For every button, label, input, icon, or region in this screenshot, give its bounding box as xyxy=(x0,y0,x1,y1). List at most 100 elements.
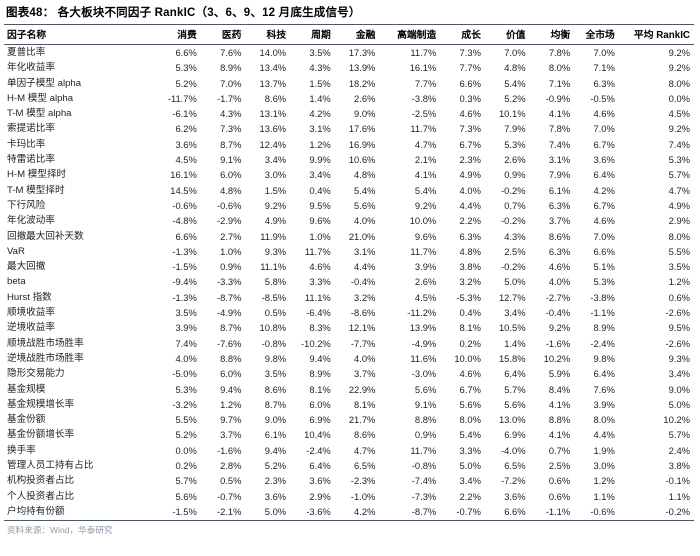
value-cell-tech: 3.4% xyxy=(264,154,287,166)
value-cell-finance: 8.6% xyxy=(354,429,376,441)
value-cell-finance: 10.6% xyxy=(348,154,376,166)
factor-name-cell: 隐形交易能力 xyxy=(7,368,65,380)
value-cell-balanced: 7.8% xyxy=(548,47,571,58)
value-cell-finance: 8.1% xyxy=(354,398,376,410)
value-cell-pharma: 6.0% xyxy=(220,169,242,181)
value-cell-pharma: 7.3% xyxy=(220,123,242,135)
value-cell-pharma: 9.1% xyxy=(220,154,242,166)
value-cell-value: -0.2% xyxy=(501,261,526,273)
table-row: VaR -1.3% 1.0% 9.3% 11.7% 3.1% 11.7% 4.8% 2.5% 6.… xyxy=(4,244,694,259)
value-cell-finance: 13.9% xyxy=(348,62,376,74)
column-header-whole_market: 全市场 xyxy=(574,24,619,45)
value-cell-whole_market: 6.7% xyxy=(593,138,615,150)
value-cell-pharma: 8.9% xyxy=(220,62,242,74)
value-cell-consumer: -5.0% xyxy=(172,368,197,380)
factor-name-cell: VaR xyxy=(7,245,25,257)
value-cell-balanced: -1.1% xyxy=(529,503,575,522)
factor-name-cell: T-M 模型择时 xyxy=(7,184,65,196)
value-cell-whole_market: 7.0% xyxy=(593,230,615,242)
value-cell-avg_rankic: -0.1% xyxy=(665,475,691,487)
value-cell-advanced_manufacturing: 9.2% xyxy=(414,199,437,211)
value-cell-avg_rankic: 8.0% xyxy=(668,77,690,89)
value-cell-advanced_manufacturing: 4.5% xyxy=(414,291,437,303)
value-cell-consumer: 4.5% xyxy=(175,154,197,166)
value-cell-pharma: 0.5% xyxy=(220,475,242,487)
value-cell-balanced: 8.0% xyxy=(548,62,571,74)
value-cell-consumer: 5.3% xyxy=(175,62,197,74)
value-cell-cyclical: 1.5% xyxy=(309,77,331,89)
value-cell-consumer: 5.2% xyxy=(175,429,197,441)
value-cell-finance: 4.0% xyxy=(354,215,376,227)
value-cell-avg_rankic: 4.7% xyxy=(668,184,690,196)
table-row: H-M 模型择时 16.1% 6.0% 3.0% 3.4% 4.8% 4.1% 4.9% 0.9… xyxy=(4,167,694,182)
value-cell-advanced_manufacturing: 2.1% xyxy=(414,154,437,166)
factor-name-cell: 顺境收益率 xyxy=(7,307,55,319)
value-cell-value: 6.4% xyxy=(504,368,526,380)
value-cell-avg_rankic: 9.2% xyxy=(668,123,690,135)
table-row: Hurst 指数 -1.3% -8.7% -8.5% 11.1% 3.2% 4.5% -5.3… xyxy=(4,290,694,305)
header-row: 因子名称 消费 医药 科技 周期 金融 高端制造 成长 价值 均衡 全市场 平均 RankIC xyxy=(4,24,694,45)
value-cell-tech: 11.9% xyxy=(260,230,287,242)
value-cell-whole_market: 1.9% xyxy=(593,444,615,456)
value-cell-value: 13.0% xyxy=(498,414,526,426)
value-cell-avg_rankic: 5.3% xyxy=(668,154,690,166)
value-cell-value: 5.4% xyxy=(504,77,526,89)
figure-title: 图表48： 各大板块不同因子 RankIC（3、6、9、12 月底生成信号） xyxy=(6,7,361,19)
value-cell-finance: -0.4% xyxy=(350,276,376,288)
value-cell-value: 0.7% xyxy=(504,199,526,211)
value-cell-whole_market: 6.4% xyxy=(593,368,615,380)
table-row: 单因子模型 alpha 5.2% 7.0% 13.7% 1.5% 18.2% 7.7% 6.6… xyxy=(4,76,694,91)
value-cell-growth: 6.7% xyxy=(459,383,481,395)
factor-name-cell: Hurst 指数 xyxy=(7,291,52,303)
factor-name-cell: 最大回撤 xyxy=(7,261,46,273)
value-cell-advanced_manufacturing: -7.4% xyxy=(411,475,437,487)
value-cell-growth: 10.0% xyxy=(454,352,481,364)
value-cell-cyclical: 6.0% xyxy=(309,398,331,410)
value-cell-tech: 12.4% xyxy=(259,138,287,150)
value-cell-finance: 21.7% xyxy=(348,414,376,426)
value-cell-whole_market: 6.4% xyxy=(593,169,615,181)
value-cell-tech: 11.1% xyxy=(260,261,287,273)
value-cell-consumer: -1.3% xyxy=(172,245,197,257)
value-cell-advanced_manufacturing: 16.1% xyxy=(409,62,437,74)
value-cell-value: 3.4% xyxy=(504,307,526,319)
value-cell-whole_market: 4.4% xyxy=(593,429,615,441)
table-row: 换手率 0.0% -1.6% 9.4% -2.4% 4.7% 11.7% 3.3% -4.0% 0… xyxy=(4,443,694,458)
value-cell-avg_rankic: 4.5% xyxy=(668,108,690,120)
value-cell-balanced: -0.4% xyxy=(545,307,571,319)
value-cell-avg_rankic: 5.5% xyxy=(668,245,690,257)
value-cell-avg_rankic: 3.4% xyxy=(668,368,690,380)
value-cell-whole_market: 4.6% xyxy=(593,215,615,227)
value-cell-avg_rankic: 7.4% xyxy=(668,138,690,150)
value-cell-consumer: 5.6% xyxy=(175,490,197,502)
value-cell-finance: -8.6% xyxy=(350,307,376,319)
value-cell-finance: 5.4% xyxy=(354,184,376,196)
table-row: T-M 模型 alpha -6.1% 4.3% 13.1% 4.2% 9.0% -2.5% 4… xyxy=(4,106,694,121)
value-cell-cyclical: 1.0% xyxy=(309,230,331,242)
value-cell-growth: 5.6% xyxy=(459,398,481,410)
value-cell-pharma: -4.9% xyxy=(216,307,242,319)
value-cell-finance: 3.1% xyxy=(354,245,376,257)
value-cell-pharma: 4.3% xyxy=(220,108,242,120)
value-cell-growth: 4.6% xyxy=(459,108,481,120)
value-cell-whole_market: 3.0% xyxy=(593,460,615,472)
value-cell-tech: 13.6% xyxy=(259,123,287,135)
value-cell-finance: 21.0% xyxy=(348,230,376,242)
table-row: 顺境战胜市场胜率 7.4% -7.6% -0.8% -10.2% -7.7% -4.9% 0.… xyxy=(4,336,694,351)
value-cell-balanced: 4.1% xyxy=(548,429,571,441)
factor-name-cell: H-M 模型 alpha xyxy=(7,92,74,104)
value-cell-finance: 6.5% xyxy=(354,460,376,472)
value-cell-growth: 0.4% xyxy=(459,307,481,319)
value-cell-whole_market: 4.2% xyxy=(593,184,615,196)
table-row: 索提诺比率 6.2% 7.3% 13.6% 3.1% 17.6% 11.7% 7.3% 7.9%… xyxy=(4,121,694,136)
value-cell-value: 0.9% xyxy=(504,169,526,181)
factor-name-cell: 卡玛比率 xyxy=(7,138,46,150)
value-cell-consumer: 5.3% xyxy=(175,383,197,395)
value-cell-finance: 17.3% xyxy=(348,47,376,58)
value-cell-pharma: -2.9% xyxy=(216,215,242,227)
value-cell-balanced: 0.7% xyxy=(548,444,571,456)
value-cell-value: 10.1% xyxy=(498,108,526,120)
value-cell-cyclical: 8.9% xyxy=(309,368,331,380)
value-cell-cyclical: 10.4% xyxy=(304,429,331,441)
value-cell-finance: 9.0% xyxy=(354,108,376,120)
